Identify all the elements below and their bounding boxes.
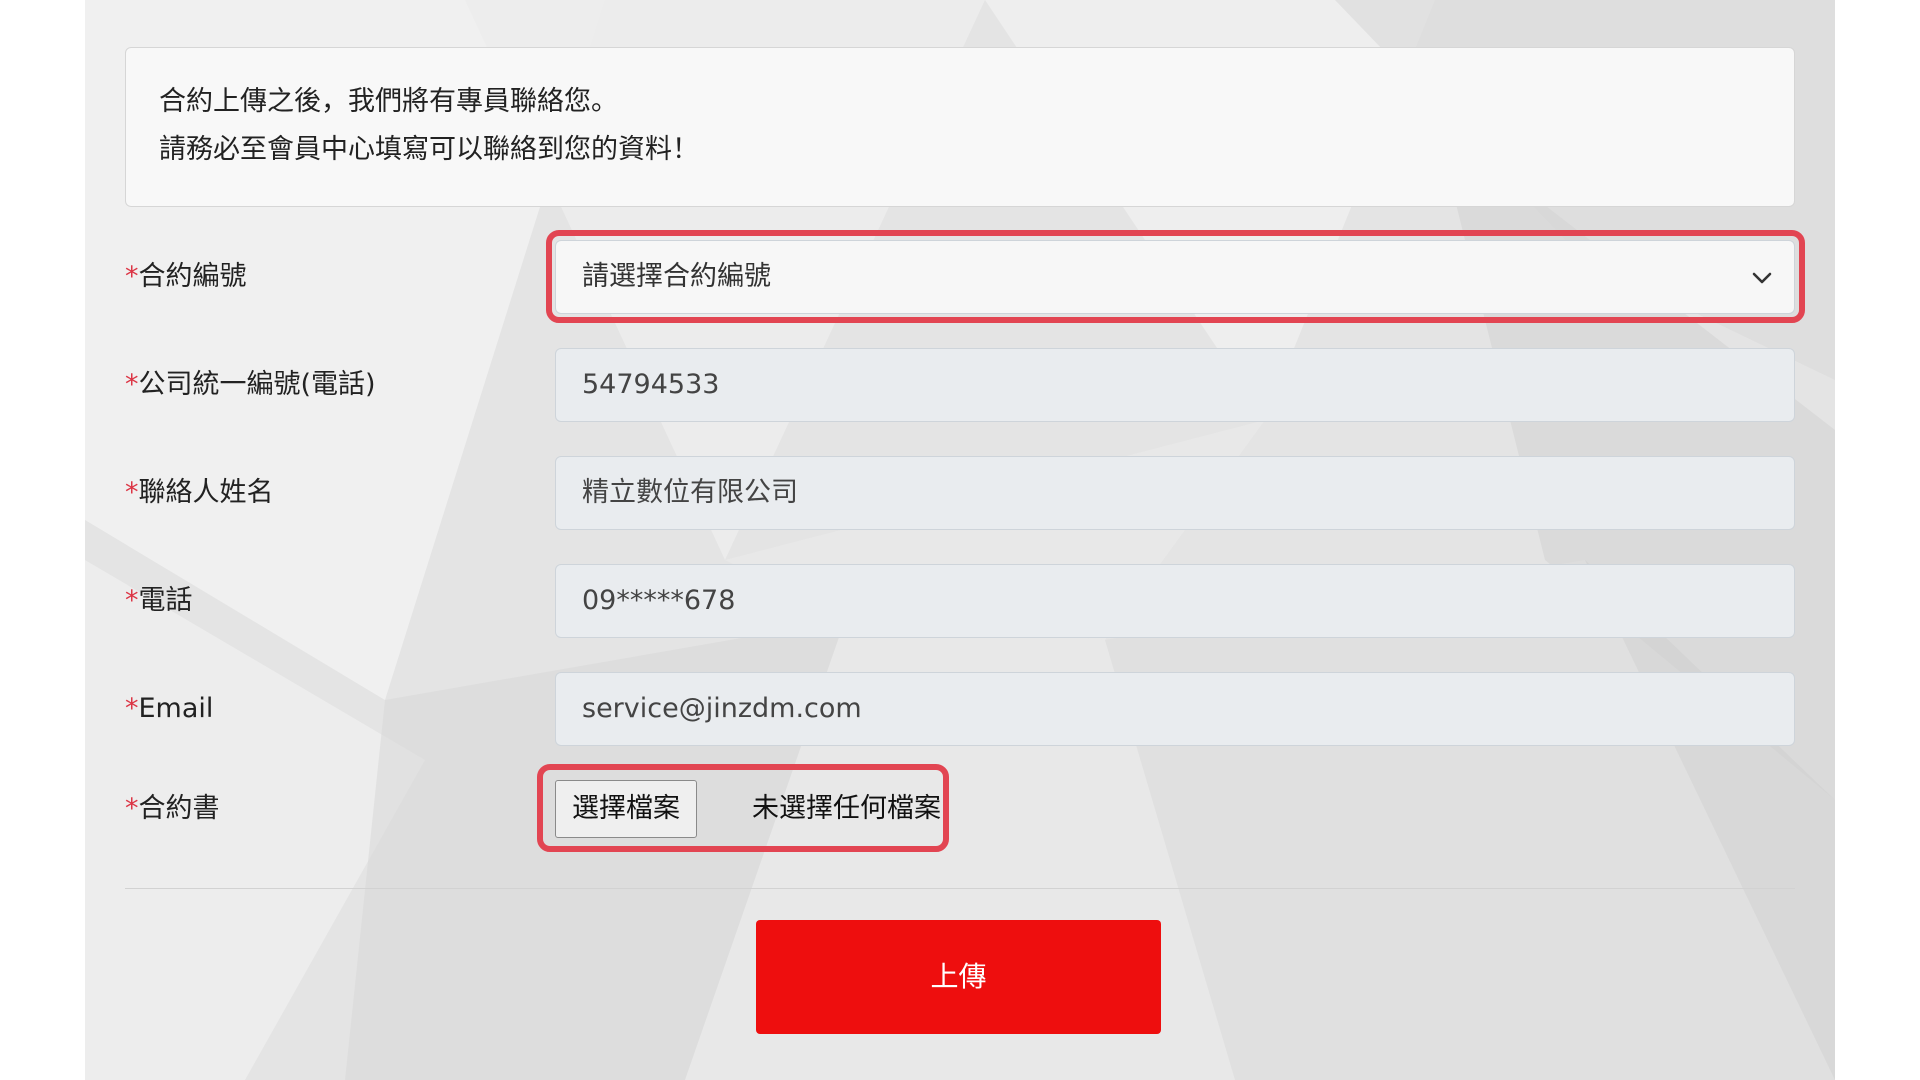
file-status-text: 未選擇任何檔案 — [752, 793, 941, 824]
contact-name-label-text: 聯絡人姓名 — [138, 477, 274, 508]
required-mark: * — [125, 793, 139, 824]
required-mark: * — [125, 369, 139, 400]
choose-file-button[interactable]: 選擇檔案 — [555, 780, 697, 838]
required-mark: * — [125, 585, 139, 616]
chevron-down-icon — [1752, 272, 1772, 284]
email-label: *Email — [125, 672, 213, 746]
contract-no-row: *合約編號 請選擇合約編號 — [125, 240, 1795, 314]
contract-no-placeholder: 請選擇合約編號 — [582, 261, 771, 292]
tax-id-label-text: 公司統一編號(電話) — [138, 369, 376, 400]
contact-name-field[interactable]: 精立數位有限公司 — [555, 456, 1795, 530]
contact-name-row: *聯絡人姓名 精立數位有限公司 — [125, 456, 1795, 530]
notice-line-1: 合約上傳之後，我們將有專員聯絡您。 — [159, 86, 618, 117]
phone-label: *電話 — [125, 564, 193, 638]
phone-field[interactable]: 09*****678 — [555, 564, 1795, 638]
tax-id-field[interactable]: 54794533 — [555, 348, 1795, 422]
contact-name-label: *聯絡人姓名 — [125, 456, 274, 530]
contract-file-label: *合約書 — [125, 772, 220, 846]
required-mark: * — [125, 693, 139, 724]
tax-id-row: *公司統一編號(電話) 54794533 — [125, 348, 1795, 422]
form-divider — [125, 888, 1795, 889]
form-panel: 合約上傳之後，我們將有專員聯絡您。 請務必至會員中心填寫可以聯絡到您的資料！ *… — [85, 0, 1835, 1080]
contract-no-select[interactable]: 請選擇合約編號 — [555, 240, 1795, 314]
notice-line-2: 請務必至會員中心填寫可以聯絡到您的資料！ — [159, 134, 699, 165]
required-mark: * — [125, 477, 139, 508]
contract-file-row: *合約書 選擇檔案 未選擇任何檔案 — [125, 777, 1795, 867]
email-field[interactable]: service@jinzdm.com — [555, 672, 1795, 746]
upload-button[interactable]: 上傳 — [756, 920, 1161, 1034]
email-row: *Email service@jinzdm.com — [125, 672, 1795, 746]
phone-row: *電話 09*****678 — [125, 564, 1795, 638]
contract-no-label-text: 合約編號 — [138, 261, 247, 292]
email-label-text: Email — [138, 693, 214, 724]
notice-box: 合約上傳之後，我們將有專員聯絡您。 請務必至會員中心填寫可以聯絡到您的資料！ — [125, 47, 1795, 207]
required-mark: * — [125, 261, 139, 292]
contract-file-label-text: 合約書 — [138, 793, 220, 824]
phone-label-text: 電話 — [138, 585, 193, 616]
contract-no-label: *合約編號 — [125, 240, 247, 314]
tax-id-label: *公司統一編號(電話) — [125, 348, 376, 422]
